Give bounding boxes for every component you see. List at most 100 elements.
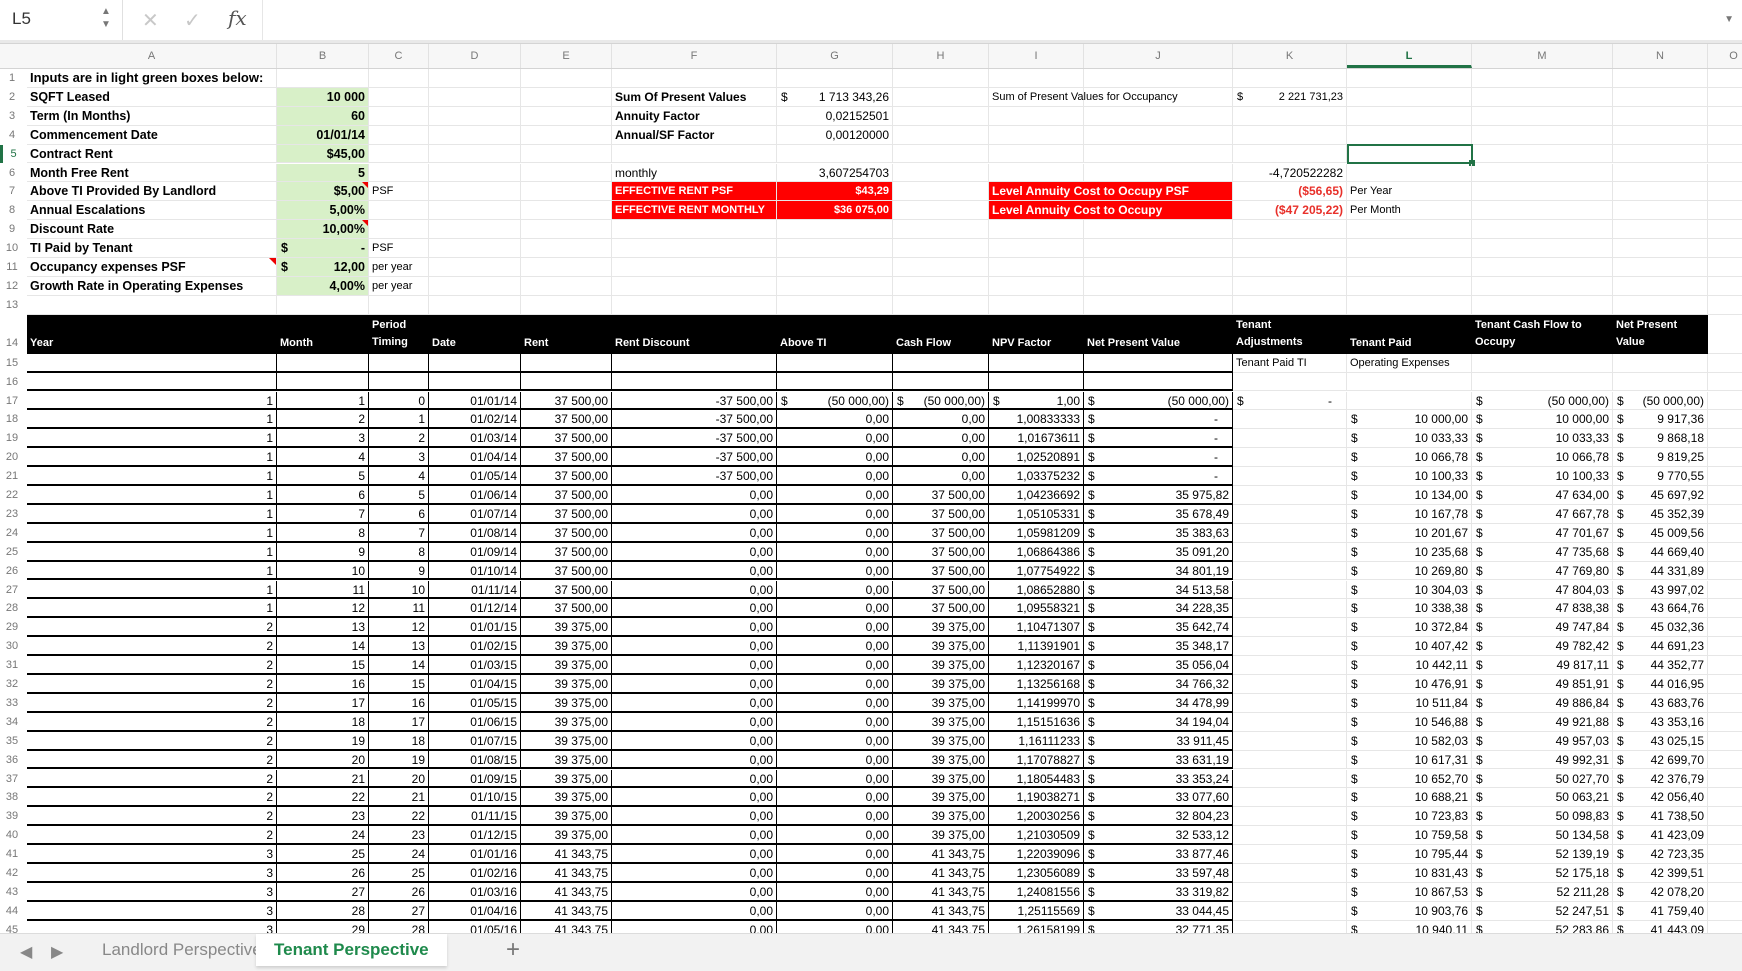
cell-net-present-value[interactable]: 33 597,48 $ <box>1084 864 1233 883</box>
cell-tenant-npv[interactable]: 41 738,50 $ <box>1613 807 1708 827</box>
row-header[interactable]: 3 <box>0 107 24 126</box>
level-annuity-psf-value[interactable]: ($56,65) <box>1233 182 1347 202</box>
table-empty-cell[interactable] <box>521 372 612 392</box>
cell[interactable] <box>429 276 521 296</box>
cell[interactable] <box>1708 277 1742 296</box>
cell-tenant-cash-flow[interactable]: 49 921,88 $ <box>1472 712 1613 732</box>
table-empty-cell[interactable] <box>989 353 1084 373</box>
row-header[interactable]: 33 <box>0 694 24 713</box>
level-annuity-label[interactable]: Level Annuity Cost to Occupy <box>989 201 1233 221</box>
cell-tenant-cash-flow[interactable]: 52 175,18 $ <box>1472 864 1613 883</box>
cell-period-timing[interactable]: 8 <box>369 542 429 562</box>
cell-month[interactable]: 15 <box>277 656 369 675</box>
row-header[interactable]: 16 <box>0 373 24 392</box>
cell[interactable] <box>989 106 1084 126</box>
cell[interactable] <box>369 144 429 164</box>
cell-npv-factor[interactable]: 1,17078827 <box>989 750 1084 770</box>
cell-net-present-value[interactable]: 35 091,20 $ <box>1084 542 1233 562</box>
cell-rent[interactable]: 39 375,00 <box>521 637 612 657</box>
cell-date[interactable]: 01/05/14 <box>429 467 521 486</box>
table-empty-cell[interactable] <box>1084 353 1233 373</box>
enter-icon[interactable]: ✓ <box>184 8 201 33</box>
cell-date[interactable]: 01/08/14 <box>429 523 521 543</box>
input-value-sqft-leased[interactable]: 10 000 <box>277 87 369 107</box>
cell-tenant-cash-flow[interactable]: 47 667,78 $ <box>1472 504 1613 524</box>
cell-year[interactable]: 3 <box>27 920 277 933</box>
cell[interactable] <box>1233 845 1347 864</box>
cell[interactable] <box>1347 239 1472 258</box>
cell-above-ti[interactable]: 0,00 <box>777 561 893 581</box>
row-header[interactable]: 14 <box>0 315 24 354</box>
row-header[interactable]: 17 <box>0 392 24 411</box>
cell-tenant-cash-flow[interactable]: 49 817,11 $ <box>1472 656 1613 675</box>
cell[interactable] <box>1708 448 1742 468</box>
cell[interactable] <box>1472 239 1613 258</box>
header-rent-discount[interactable]: Rent Discount <box>612 314 777 354</box>
cell[interactable] <box>893 69 989 88</box>
cell-tenant-cash-flow[interactable]: 52 211,28 $ <box>1472 882 1613 902</box>
level-annuity-value[interactable]: ($47 205,22) <box>1233 201 1347 221</box>
cell[interactable] <box>1233 144 1347 164</box>
cell-operating-expenses[interactable]: 10 582,03 $ <box>1347 731 1472 751</box>
cell-operating-expenses[interactable]: 10 688,21 $ <box>1347 788 1472 808</box>
cell-tenant-npv[interactable]: 42 078,20 $ <box>1613 882 1708 902</box>
cell[interactable] <box>1233 429 1347 449</box>
cell[interactable] <box>893 295 989 315</box>
cell[interactable] <box>1613 258 1708 277</box>
row-header[interactable]: 37 <box>0 770 24 789</box>
cell[interactable] <box>1233 826 1347 846</box>
cell-period-timing[interactable]: 9 <box>369 561 429 581</box>
cell-date[interactable]: 01/05/15 <box>429 693 521 713</box>
cell-above-ti[interactable]: 0,00 <box>777 542 893 562</box>
cell[interactable] <box>1233 656 1347 675</box>
cell-above-ti[interactable]: 0,00 <box>777 486 893 505</box>
cell-rent-discount[interactable]: 0,00 <box>612 920 777 933</box>
cell[interactable] <box>521 163 612 183</box>
cell[interactable] <box>1233 580 1347 600</box>
cell-above-ti[interactable]: 0,00 <box>777 920 893 933</box>
cell-year[interactable]: 2 <box>27 769 277 789</box>
scroll-tabs-left-icon[interactable]: ◀ <box>20 942 32 962</box>
cell[interactable] <box>1472 69 1613 88</box>
cell-period-timing[interactable]: 12 <box>369 618 429 638</box>
cell[interactable] <box>893 125 989 145</box>
cell-cash-flow[interactable]: 0,00 <box>893 448 989 468</box>
per-month-label[interactable]: Per Month <box>1347 201 1472 221</box>
cell[interactable] <box>1084 106 1233 126</box>
cell-date[interactable]: 01/02/16 <box>429 864 521 883</box>
cell[interactable] <box>521 295 612 315</box>
cell[interactable] <box>612 295 777 315</box>
cell-operating-expenses[interactable]: 10 304,03 $ <box>1347 580 1472 600</box>
table-empty-cell[interactable] <box>777 353 893 373</box>
cell-operating-expenses[interactable]: 10 000,00 $ <box>1347 410 1472 430</box>
cell[interactable] <box>429 239 521 258</box>
cell-rent-discount[interactable]: -37 500,00 <box>612 467 777 486</box>
cell-rent[interactable]: 41 343,75 <box>521 845 612 864</box>
cell[interactable] <box>1233 599 1347 619</box>
row-header[interactable]: 8 <box>0 201 24 220</box>
annuity-factor-label[interactable]: Annuity Factor <box>612 106 777 126</box>
effective-rent-monthly-label[interactable]: EFFECTIVE RENT MONTHLY <box>612 201 777 221</box>
inputs-title[interactable]: Inputs are in light green boxes below: <box>27 69 369 88</box>
row-header[interactable]: 27 <box>0 581 24 600</box>
cell[interactable] <box>429 125 521 145</box>
cell-npv-factor[interactable]: 1,04236692 <box>989 486 1084 505</box>
cell[interactable] <box>1472 182 1613 202</box>
cell-above-ti[interactable]: 0,00 <box>777 769 893 789</box>
input-label[interactable]: Growth Rate in Operating Expenses <box>27 276 277 296</box>
monthly-value[interactable]: 3,607254703 <box>777 163 893 183</box>
cell-month[interactable]: 17 <box>277 693 369 713</box>
cell[interactable] <box>1233 295 1347 315</box>
cell-operating-expenses[interactable]: 10 652,70 $ <box>1347 769 1472 789</box>
header-rent[interactable]: Rent <box>521 314 612 354</box>
cell-operating-expenses[interactable]: 10 235,68 $ <box>1347 542 1472 562</box>
cell[interactable] <box>1233 486 1347 505</box>
cell-npv-factor[interactable]: 1,20030256 <box>989 807 1084 827</box>
cell-tenant-cash-flow[interactable]: 47 701,67 $ <box>1472 523 1613 543</box>
cell-tenant-npv[interactable]: 44 352,77 $ <box>1613 656 1708 675</box>
cell-rent-discount[interactable]: 0,00 <box>612 542 777 562</box>
cell-year[interactable]: 1 <box>27 542 277 562</box>
cell[interactable] <box>1708 392 1742 411</box>
header-cash-flow[interactable]: Cash Flow <box>893 314 989 354</box>
cell-above-ti[interactable]: 0,00 <box>777 637 893 657</box>
